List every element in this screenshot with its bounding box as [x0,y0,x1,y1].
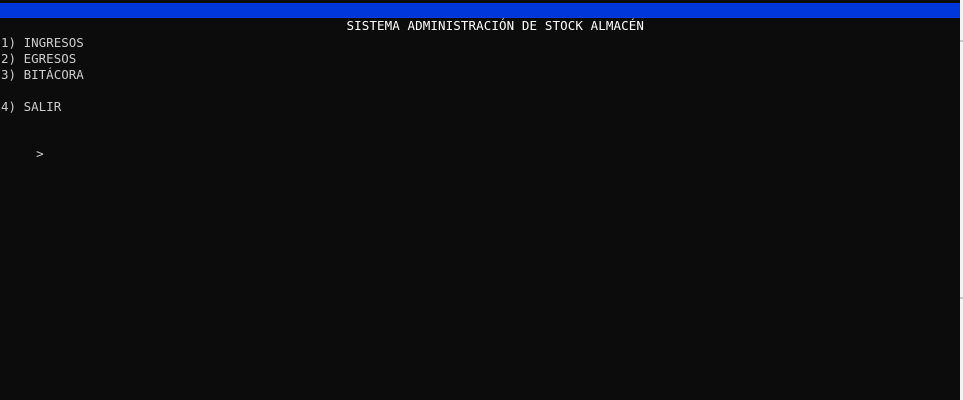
menu-option-label: INGRESOS [23,35,84,50]
menu-option-salir: 4) SALIR [1,99,84,115]
main-menu: 1) INGRESOS 2) EGRESOS 3) BITÁCORA 4) SA… [1,35,84,115]
menu-option-number: 2) [1,51,17,66]
menu-spacer [1,83,84,99]
menu-option-number: 4) [1,99,17,114]
menu-option-number: 1) [1,35,17,50]
menu-option-label: EGRESOS [23,51,77,66]
system-title: SISTEMA ADMINISTRACIÓN DE STOCK ALMACÉN [346,18,644,33]
menu-option-bitacora: 3) BITÁCORA [1,67,84,83]
input-prompt[interactable]: > [6,130,44,161]
menu-option-number: 3) [1,67,17,82]
console-window: SISTEMA ADMINISTRACIÓN DE STOCK ALMACÉN … [0,0,960,400]
menu-option-ingresos: 1) INGRESOS [1,35,84,51]
menu-option-label: BITÁCORA [23,67,84,82]
menu-option-label: SALIR [23,99,62,114]
title-bar: SISTEMA ADMINISTRACIÓN DE STOCK ALMACÉN [0,3,960,33]
prompt-symbol: > [36,146,44,161]
menu-option-egresos: 2) EGRESOS [1,51,84,67]
